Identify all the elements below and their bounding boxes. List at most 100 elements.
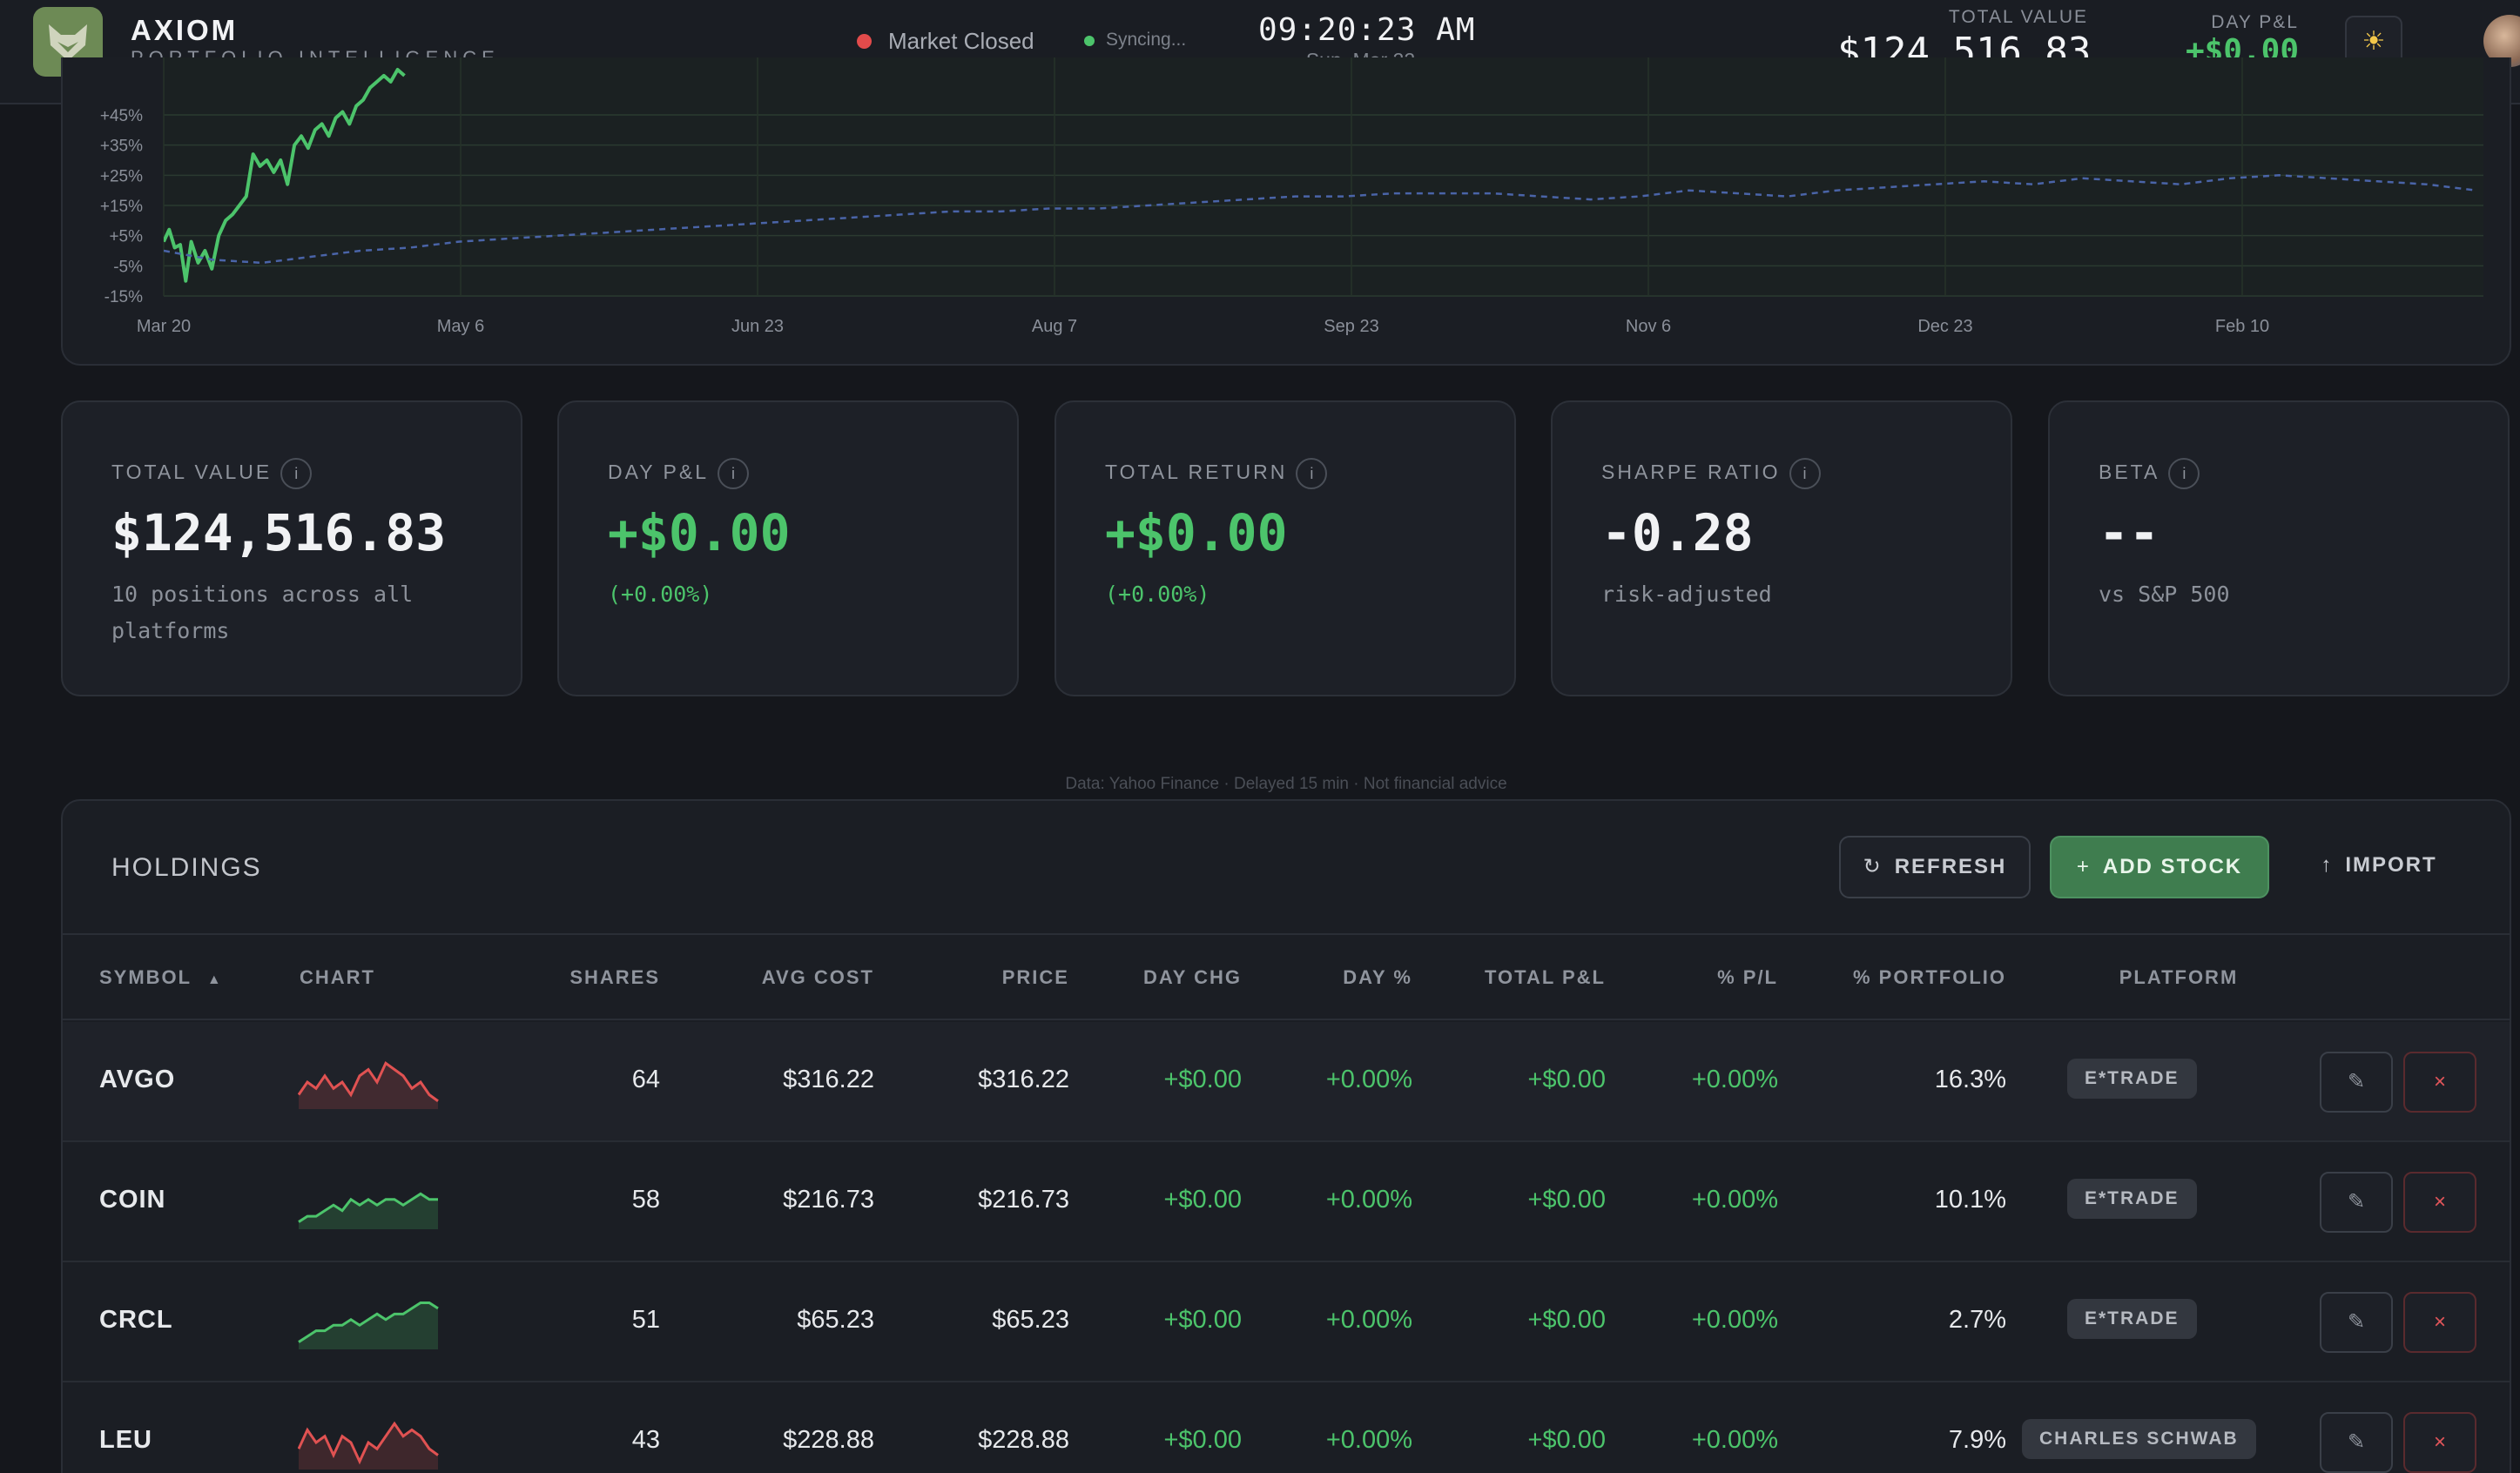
- column-header-price[interactable]: PRICE: [881, 966, 1069, 989]
- sync-status: Syncing...: [1106, 30, 1187, 50]
- x-tick-label: Mar 20: [137, 317, 191, 336]
- cell-symbol[interactable]: LEU: [99, 1426, 152, 1455]
- refresh-button[interactable]: ↻ REFRESH: [1839, 836, 2031, 898]
- cell-day-chg: +$0.00: [1163, 1306, 1242, 1334]
- cell-day-chg: +$0.00: [1163, 1426, 1242, 1454]
- cell-symbol[interactable]: AVGO: [99, 1066, 175, 1094]
- metric-card-day-p-l: DAY P&L i +$0.00 (+0.00%): [557, 400, 1019, 696]
- metric-label-text: TOTAL RETURN: [1105, 461, 1288, 484]
- edit-button[interactable]: ✎: [2320, 1052, 2393, 1113]
- sparkline-area: [299, 1302, 438, 1349]
- column-header-day-pct[interactable]: DAY %: [1247, 966, 1412, 989]
- cell-pct-pl: +0.00%: [1691, 1186, 1778, 1214]
- delete-button[interactable]: ×: [2403, 1292, 2476, 1353]
- platform-badge: E*TRADE: [2067, 1299, 2197, 1339]
- delete-button[interactable]: ×: [2403, 1172, 2476, 1233]
- delete-button[interactable]: ×: [2403, 1052, 2476, 1113]
- info-icon[interactable]: i: [1296, 458, 1328, 489]
- metric-subtext: (+0.00%): [1105, 582, 1210, 607]
- y-tick-label: +35%: [100, 138, 143, 156]
- metric-card-beta: BETA i -- vs S&P 500: [2048, 400, 2510, 696]
- cell-total-pl: +$0.00: [1527, 1306, 1606, 1334]
- metric-label: SHARPE RATIO i: [1601, 458, 1821, 489]
- refresh-label: REFRESH: [1894, 855, 2007, 878]
- cell-pct-portfolio: 2.7%: [1948, 1306, 2006, 1334]
- holdings-title: HOLDINGS: [111, 853, 262, 882]
- cell-day-chg: +$0.00: [1163, 1186, 1242, 1214]
- metric-label-text: DAY P&L: [608, 461, 710, 484]
- cell-pct-portfolio: 16.3%: [1934, 1066, 2006, 1093]
- y-tick-label: +15%: [100, 198, 143, 216]
- pencil-icon: ✎: [2347, 1070, 2366, 1093]
- column-header-day-chg[interactable]: DAY CHG: [1073, 966, 1242, 989]
- cell-price: $228.88: [978, 1426, 1069, 1454]
- holdings-panel: HOLDINGS ↻ REFRESH + ADD STOCK ↑ IMPORT SYM…: [61, 799, 2511, 1473]
- metric-label: TOTAL RETURN i: [1105, 458, 1328, 489]
- cell-symbol[interactable]: COIN: [99, 1186, 166, 1214]
- close-icon: ×: [2433, 1430, 2446, 1454]
- column-header-total-pl[interactable]: TOTAL P&L: [1421, 966, 1606, 989]
- edit-button[interactable]: ✎: [2320, 1292, 2393, 1353]
- edit-button[interactable]: ✎: [2320, 1412, 2393, 1473]
- cell-price: $316.22: [978, 1066, 1069, 1093]
- y-tick-label: -5%: [113, 258, 143, 276]
- pencil-icon: ✎: [2347, 1190, 2366, 1214]
- market-status-dot-icon: [857, 34, 872, 49]
- column-header-pct-pl[interactable]: % P/L: [1613, 966, 1778, 989]
- column-header-shares[interactable]: SHARES: [481, 966, 660, 989]
- column-header-pct-portfolio[interactable]: % PORTFOLIO: [1787, 966, 2006, 989]
- info-icon[interactable]: i: [718, 458, 750, 489]
- table-row[interactable]: COIN 58 $216.73 $216.73 +$0.00 +0.00% +$0.00 +0…: [63, 1142, 2510, 1262]
- upload-arrow-icon: ↑: [2321, 853, 2334, 877]
- cell-shares: 64: [631, 1066, 660, 1093]
- import-label: IMPORT: [2345, 853, 2437, 877]
- column-header-platform[interactable]: PLATFORM: [2013, 966, 2344, 989]
- info-icon[interactable]: i: [2168, 458, 2200, 489]
- close-icon: ×: [2433, 1190, 2446, 1214]
- edit-button[interactable]: ✎: [2320, 1172, 2393, 1233]
- sync-status-dot-icon: [1084, 36, 1095, 46]
- column-header-symbol[interactable]: SYMBOL ▲: [99, 966, 223, 989]
- import-button[interactable]: ↑ IMPORT: [2292, 836, 2466, 898]
- plot-area: [164, 57, 2483, 296]
- x-tick-label: May 6: [437, 317, 484, 336]
- market-status: Market Closed: [888, 28, 1034, 54]
- metric-label-text: BETA: [2099, 461, 2160, 484]
- refresh-icon: ↻: [1863, 855, 1883, 878]
- metric-value: +$0.00: [608, 503, 791, 562]
- column-header-avg-cost[interactable]: AVG COST: [672, 966, 874, 989]
- y-tick-label: -15%: [104, 288, 143, 306]
- y-tick-label: +45%: [100, 107, 143, 125]
- metric-value: +$0.00: [1105, 503, 1288, 562]
- table-row[interactable]: AVGO 64 $316.22 $316.22 +$0.00 +0.00% +$0.00 +0…: [63, 1022, 2510, 1142]
- cell-day-pct: +0.00%: [1325, 1426, 1412, 1454]
- table-row[interactable]: LEU 43 $228.88 $228.88 +$0.00 +0.00% +$0.00 +0.…: [63, 1382, 2510, 1473]
- metric-subtext: vs S&P 500: [2099, 582, 2230, 607]
- plus-icon: +: [2076, 855, 2091, 878]
- x-tick-label: Feb 10: [2215, 317, 2269, 336]
- close-icon: ×: [2433, 1070, 2446, 1093]
- sparkline-chart: [298, 1301, 439, 1349]
- cell-avg-cost: $316.22: [783, 1066, 874, 1093]
- cell-shares: 43: [631, 1426, 660, 1454]
- cell-pct-pl: +0.00%: [1691, 1306, 1778, 1334]
- sparkline-chart: [298, 1421, 439, 1470]
- metric-card-total-value: TOTAL VALUE i $124,516.83 10 positions acro…: [61, 400, 522, 696]
- column-header-chart: CHART: [300, 966, 375, 988]
- info-icon[interactable]: i: [280, 458, 313, 489]
- x-tick-label: Dec 23: [1917, 317, 1972, 336]
- platform-badge: E*TRADE: [2067, 1059, 2197, 1099]
- brand-name: AXIOM: [131, 14, 239, 46]
- add-stock-button[interactable]: + ADD STOCK: [2050, 836, 2269, 898]
- delete-button[interactable]: ×: [2403, 1412, 2476, 1473]
- table-header: SYMBOL ▲ CHART SHARES AVG COST PRICE DAY…: [63, 933, 2510, 1020]
- cell-shares: 58: [631, 1186, 660, 1214]
- metric-value: $124,516.83: [111, 503, 447, 562]
- cell-pct-portfolio: 10.1%: [1934, 1186, 2006, 1214]
- cell-symbol[interactable]: CRCL: [99, 1306, 173, 1335]
- metric-subtext: risk-adjusted: [1601, 582, 1772, 607]
- cell-shares: 51: [631, 1306, 660, 1334]
- clock-time: 09:20:23 AM: [1258, 12, 1476, 48]
- table-row[interactable]: CRCL 51 $65.23 $65.23 +$0.00 +0.00% +$0.00 +0.0…: [63, 1262, 2510, 1382]
- info-icon[interactable]: i: [1789, 458, 1821, 489]
